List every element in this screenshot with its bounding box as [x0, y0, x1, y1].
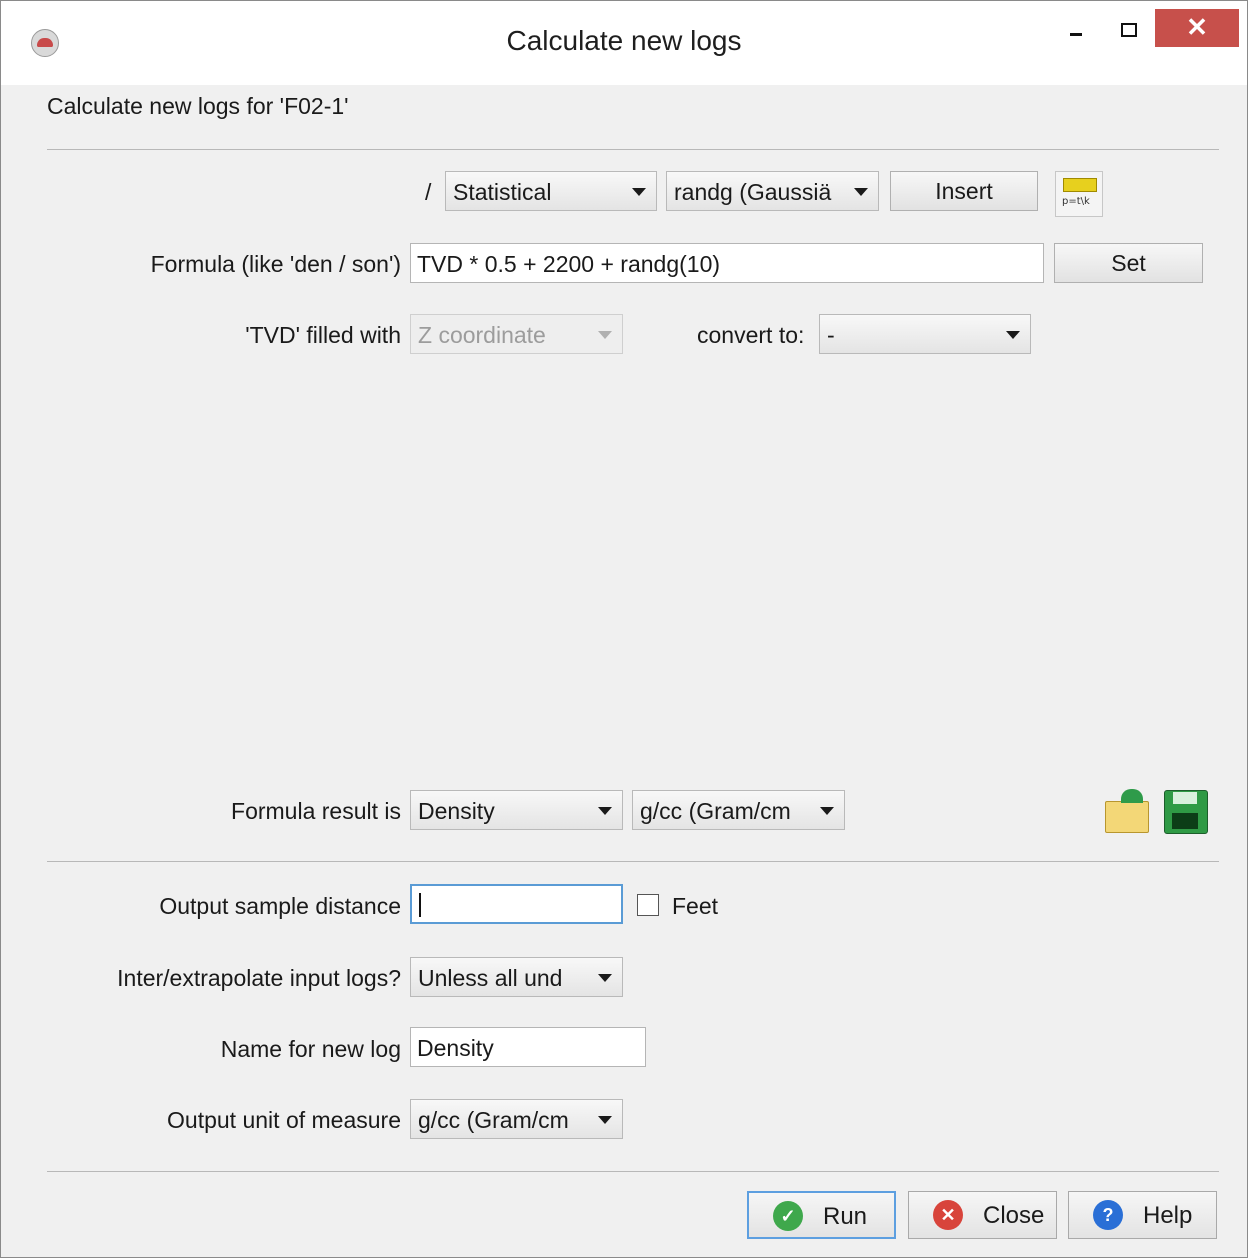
- chevron-down-icon: [598, 331, 612, 339]
- tvd-label: 'TVD' filled with: [245, 322, 401, 348]
- result-type-value: Density: [418, 798, 495, 824]
- function-select[interactable]: randg (Gaussiä: [666, 171, 879, 211]
- text-caret: [419, 893, 421, 917]
- output-unit-label: Output unit of measure: [167, 1107, 401, 1133]
- log-name-input[interactable]: Density: [410, 1027, 646, 1067]
- feet-checkbox[interactable]: [637, 894, 659, 916]
- title-bar: Calculate new logs ✕: [1, 1, 1247, 85]
- dialog-window: Calculate new logs ✕ Calculate new logs …: [0, 0, 1248, 1258]
- result-unit-select[interactable]: g/cc (Gram/cm: [632, 790, 845, 830]
- formula-input[interactable]: TVD * 0.5 + 2200 + randg(10): [410, 243, 1044, 283]
- minimize-button[interactable]: [1053, 9, 1099, 49]
- close-window-button[interactable]: ✕: [1155, 9, 1239, 47]
- log-name-label: Name for new log: [220, 1036, 401, 1062]
- feet-label: Feet: [672, 893, 719, 919]
- interpolate-label: Inter/extrapolate input logs?: [117, 965, 401, 991]
- question-icon: ?: [1093, 1200, 1123, 1230]
- insert-button[interactable]: Insert: [890, 171, 1038, 211]
- formula-icon[interactable]: p=t\k: [1055, 171, 1103, 217]
- sample-distance-input[interactable]: [410, 884, 623, 924]
- open-icon[interactable]: [1103, 787, 1151, 835]
- help-button[interactable]: ? Help: [1068, 1191, 1217, 1239]
- save-icon[interactable]: [1161, 787, 1209, 835]
- help-label: Help: [1143, 1202, 1193, 1229]
- x-icon: ✕: [933, 1200, 963, 1230]
- slash-label: /: [425, 179, 432, 205]
- header-text: Calculate new logs for 'F02-1': [47, 93, 349, 119]
- result-label: Formula result is: [231, 798, 401, 824]
- divider: [47, 1171, 1219, 1172]
- maximize-button[interactable]: [1105, 9, 1151, 49]
- function-value: randg (Gaussiä: [674, 179, 832, 205]
- close-icon: ✕: [1186, 12, 1208, 42]
- tvd-source-select: Z coordinate: [410, 314, 623, 354]
- chevron-down-icon: [598, 807, 612, 815]
- output-unit-value: g/cc (Gram/cm: [418, 1107, 569, 1133]
- interpolate-select[interactable]: Unless all und: [410, 957, 623, 997]
- convert-label: convert to:: [697, 322, 805, 348]
- chevron-down-icon: [820, 807, 834, 815]
- chevron-down-icon: [1006, 331, 1020, 339]
- formula-label: Formula (like 'den / son'): [150, 251, 401, 277]
- divider: [47, 861, 1219, 862]
- result-type-select[interactable]: Density: [410, 790, 623, 830]
- check-icon: ✓: [773, 1201, 803, 1231]
- chevron-down-icon: [598, 1116, 612, 1124]
- chevron-down-icon: [598, 974, 612, 982]
- chevron-down-icon: [632, 188, 646, 196]
- close-label: Close: [983, 1202, 1045, 1229]
- run-label: Run: [823, 1203, 868, 1230]
- result-unit-value: g/cc (Gram/cm: [640, 798, 791, 824]
- category-select[interactable]: Statistical: [445, 171, 657, 211]
- divider: [47, 149, 1219, 150]
- set-button[interactable]: Set: [1054, 243, 1203, 283]
- sample-distance-label: Output sample distance: [159, 893, 401, 919]
- close-button[interactable]: ✕ Close: [908, 1191, 1057, 1239]
- tvd-source-value: Z coordinate: [418, 322, 546, 348]
- convert-select[interactable]: -: [819, 314, 1031, 354]
- chevron-down-icon: [854, 188, 868, 196]
- output-unit-select[interactable]: g/cc (Gram/cm: [410, 1099, 623, 1139]
- category-value: Statistical: [453, 179, 552, 205]
- convert-value: -: [827, 322, 835, 348]
- run-button[interactable]: ✓ Run: [747, 1191, 896, 1239]
- interpolate-value: Unless all und: [418, 965, 563, 991]
